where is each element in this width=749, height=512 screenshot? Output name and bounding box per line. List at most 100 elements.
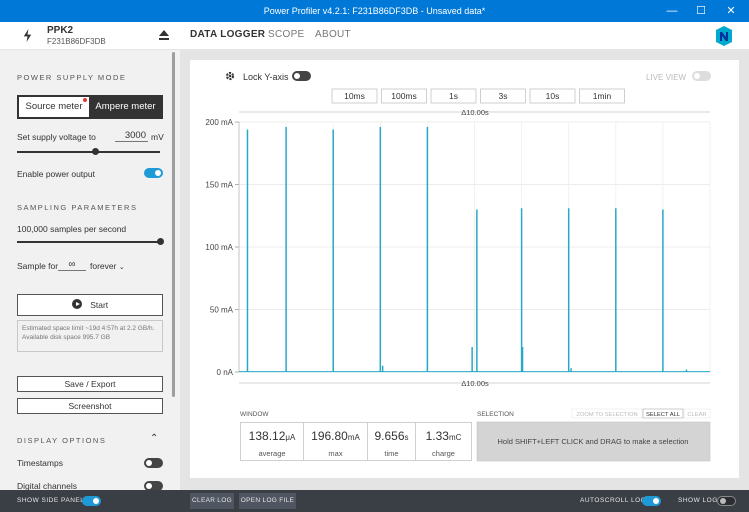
window-button-label: 1s — [449, 91, 458, 101]
live-view-label: LIVE VIEW — [646, 73, 686, 82]
side-panel-scrollbar[interactable] — [172, 52, 175, 397]
clear-selection-button[interactable]: CLEAR — [683, 408, 711, 419]
window-button-label: 10ms — [344, 91, 365, 101]
window-button-10ms[interactable]: 10ms — [331, 88, 378, 104]
supply-voltage-unit: mV — [151, 132, 164, 142]
zoom-to-selection-button[interactable]: ZOOM TO SELECTION — [571, 408, 643, 419]
nordic-logo-icon — [716, 26, 732, 46]
chevron-up-icon[interactable]: ⌃ — [150, 433, 158, 444]
tab-data-logger[interactable]: DATA LOGGER — [190, 29, 265, 40]
ytick-label: 100 mA — [205, 243, 233, 252]
window-button-1s[interactable]: 1s — [430, 88, 477, 104]
chevron-down-icon: ⌄ — [118, 264, 125, 271]
sample-for-input[interactable]: ∞ — [58, 259, 86, 271]
stat-time-unit: s — [404, 433, 409, 442]
supply-voltage-slider[interactable] — [17, 151, 160, 153]
maximize-button[interactable]: ☐ — [686, 0, 716, 22]
device-serial[interactable]: F231B86DF3DB — [47, 37, 106, 46]
app-header: PPK2 F231B86DF3DB DATA LOGGER SCOPE ABOU… — [0, 22, 749, 50]
chart-svg: Lock Y-axis LIVE VIEW 10ms 100ms 1s 3s 10s 1m… — [205, 71, 711, 462]
sample-for-label: Sample for — [17, 261, 59, 271]
autoscroll-log-label: AUTOSCROLL LOG — [580, 497, 647, 504]
main-area: Lock Y-axis LIVE VIEW 10ms 100ms 1s 3s 10s 1m… — [180, 50, 749, 490]
digital-channels-label: Digital channels — [17, 481, 78, 490]
screenshot-button[interactable]: Screenshot — [17, 398, 163, 414]
stat-average-label: average — [258, 449, 286, 458]
unsaved-indicator — [83, 98, 87, 102]
plot-area[interactable]: 200 mA 150 mA 100 mA 50 mA 0 nA — [205, 118, 711, 377]
gear-icon[interactable] — [225, 71, 235, 81]
stat-charge: 1.33mC charge — [415, 422, 472, 461]
power-mode-switch: Source meter Ampere meter — [17, 95, 163, 119]
stat-charge-unit: mC — [448, 433, 462, 442]
power-supply-mode-title: POWER SUPPLY MODE — [17, 73, 127, 82]
stat-time-value: 9.656 — [374, 429, 405, 443]
show-side-panel-label: SHOW SIDE PANEL — [17, 497, 85, 504]
tab-about[interactable]: ABOUT — [315, 29, 351, 40]
tab-scope[interactable]: SCOPE — [268, 29, 305, 40]
enable-power-output-toggle[interactable] — [144, 168, 163, 178]
window-button-100ms[interactable]: 100ms — [381, 88, 427, 104]
display-options-title: DISPLAY OPTIONS — [17, 436, 107, 445]
span-label-bottom: Δ10.00s — [461, 379, 489, 388]
usb-device-icon[interactable] — [21, 29, 34, 42]
stat-max: 196.80mA max — [303, 422, 368, 461]
window-button-1min[interactable]: 1min — [579, 88, 625, 104]
selection-hint: Hold SHIFT+LEFT CLICK and DRAG to make a… — [498, 437, 689, 446]
show-side-panel-toggle[interactable] — [82, 496, 101, 506]
sample-rate-label: 100,000 samples per second — [17, 224, 127, 234]
window-button-label: 10s — [546, 91, 560, 101]
lock-y-axis-toggle[interactable] — [292, 71, 311, 81]
select-all-label: SELECT ALL — [646, 412, 681, 418]
window-button-10s[interactable]: 10s — [529, 88, 576, 104]
selection-title: SELECTION — [477, 411, 514, 418]
sample-rate-slider[interactable] — [17, 241, 160, 243]
side-panel: POWER SUPPLY MODE Source meter Ampere me… — [0, 50, 180, 490]
close-button[interactable]: ✕ — [716, 0, 746, 22]
stat-max-value: 196.80 — [311, 429, 348, 443]
show-log-label: SHOW LOG — [678, 497, 718, 504]
enable-power-output-label: Enable power output — [17, 169, 95, 179]
select-all-button[interactable]: SELECT ALL — [642, 408, 684, 419]
supply-voltage-input[interactable]: 3000 — [115, 130, 148, 142]
stat-max-unit: mA — [347, 433, 360, 442]
start-label: Start — [90, 300, 109, 310]
stat-average-value: 138.12 — [248, 429, 286, 443]
disk-space-note: Estimated space limit ~19d 4:57h at 2.2 … — [17, 320, 163, 352]
ytick-label: 0 nA — [217, 368, 234, 377]
timestamps-toggle[interactable] — [144, 458, 163, 468]
start-button[interactable]: Start — [17, 294, 163, 316]
window-button-3s[interactable]: 3s — [480, 88, 526, 104]
timestamps-label: Timestamps — [17, 458, 63, 468]
device-name[interactable]: PPK2 — [47, 25, 73, 36]
open-log-file-button[interactable]: OPEN LOG FILE — [239, 493, 296, 509]
ampere-meter-button[interactable]: Ampere meter — [90, 97, 161, 117]
stat-max-label: max — [328, 449, 343, 458]
save-export-button[interactable]: Save / Export — [17, 376, 163, 392]
eject-icon[interactable] — [158, 29, 170, 41]
ytick-label: 50 mA — [210, 306, 234, 315]
source-meter-button[interactable]: Source meter — [19, 97, 89, 117]
ytick-label: 150 mA — [205, 181, 233, 190]
supply-voltage-label: Set supply voltage to — [17, 132, 96, 142]
clear-selection-label: CLEAR — [687, 412, 706, 418]
stat-time: 9.656s time — [367, 422, 416, 461]
ytick-label: 200 mA — [205, 118, 233, 127]
live-view-toggle[interactable] — [692, 71, 711, 81]
digital-channels-toggle[interactable] — [144, 481, 163, 490]
selection-hint-box[interactable]: Hold SHIFT+LEFT CLICK and DRAG to make a… — [476, 421, 711, 462]
autoscroll-log-toggle[interactable] — [642, 496, 661, 506]
bottom-bar: SHOW SIDE PANEL CLEAR LOG OPEN LOG FILE … — [0, 490, 749, 512]
play-icon — [71, 299, 82, 309]
zoom-to-selection-label: ZOOM TO SELECTION — [576, 412, 637, 418]
sample-rate-slider-handle[interactable] — [156, 238, 164, 245]
sample-for-unit-select[interactable]: forever ⌄ — [90, 261, 125, 271]
span-label-top: Δ10.00s — [461, 108, 489, 117]
clear-log-button[interactable]: CLEAR LOG — [190, 493, 234, 509]
minimize-button[interactable]: — — [657, 0, 687, 22]
supply-voltage-slider-handle[interactable] — [92, 148, 100, 155]
stat-average-unit: μA — [285, 433, 296, 442]
show-log-toggle[interactable] — [717, 496, 736, 506]
stat-time-label: time — [384, 449, 399, 458]
window-button-label: 100ms — [391, 91, 417, 101]
